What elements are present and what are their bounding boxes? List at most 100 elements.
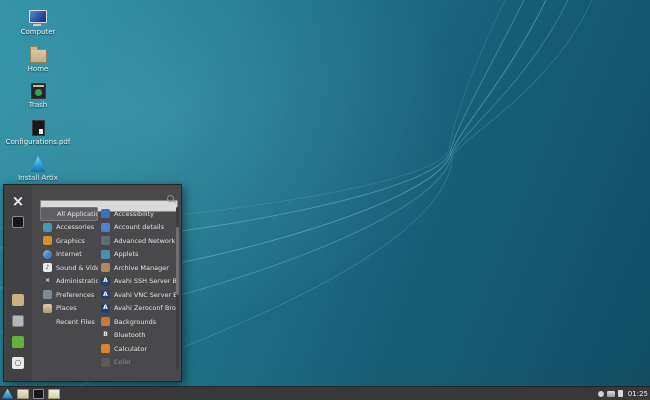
app-menu-button[interactable] bbox=[2, 388, 13, 399]
app-label: Applets bbox=[114, 250, 139, 259]
lock-screen-button[interactable] bbox=[12, 315, 24, 327]
app-label: Archive Manager bbox=[114, 263, 169, 272]
desktop-icon-label: Trash bbox=[28, 101, 48, 109]
desktop-icon-list: Computer Home Trash Configurations.pdf I… bbox=[2, 8, 74, 191]
category-label: Internet bbox=[56, 250, 82, 259]
artix-installer-icon bbox=[30, 156, 46, 172]
application-list: Accessibility Account details Advanced N… bbox=[98, 207, 176, 369]
category-label: Graphics bbox=[56, 236, 85, 245]
menu-category-item[interactable]: Accessories bbox=[40, 221, 98, 235]
app-label: Advanced Network Configura... bbox=[114, 236, 176, 245]
category-label: Places bbox=[56, 304, 77, 313]
category-label: Recent Files bbox=[56, 317, 95, 326]
category-icon bbox=[44, 209, 53, 218]
app-label: Avahi Zeroconf Browser bbox=[114, 304, 176, 313]
home-folder-icon bbox=[29, 46, 47, 63]
desktop-icon-label: Configurations.pdf bbox=[5, 137, 71, 146]
application-menu: ×○ All Applications Accessories Graphics… bbox=[3, 184, 182, 382]
volume-icon[interactable] bbox=[597, 390, 604, 397]
app-label: Avahi VNC Server Browser bbox=[114, 290, 176, 299]
settings-button[interactable]: × bbox=[12, 193, 25, 208]
menu-app-item[interactable]: Archive Manager bbox=[98, 261, 176, 275]
terminal-button[interactable] bbox=[12, 216, 24, 228]
menu-category-item[interactable]: × Administration bbox=[40, 275, 98, 289]
menu-category-item[interactable]: Internet bbox=[40, 248, 98, 262]
app-icon bbox=[101, 249, 110, 259]
app-label: Bluetooth bbox=[114, 331, 146, 340]
launcher-icon bbox=[2, 388, 13, 399]
desktop-icon-home[interactable]: Home bbox=[2, 45, 74, 82]
category-icon bbox=[43, 249, 52, 259]
menu-app-item[interactable]: A Avahi SSH Server Browser bbox=[98, 275, 176, 289]
category-label: Accessories bbox=[56, 223, 95, 232]
category-label: Sound & Video bbox=[56, 263, 98, 272]
category-icon bbox=[43, 236, 52, 246]
app-label: Avahi SSH Server Browser bbox=[114, 277, 176, 286]
app-icon bbox=[101, 263, 110, 273]
launcher-icon bbox=[17, 388, 29, 399]
computer-icon bbox=[29, 9, 47, 26]
desktop-icon-computer[interactable]: Computer bbox=[2, 8, 74, 45]
power-manager-icon[interactable] bbox=[617, 390, 623, 397]
menu-app-item[interactable]: Account details bbox=[98, 221, 176, 235]
category-icon bbox=[43, 290, 52, 300]
menu-app-item[interactable]: B Bluetooth bbox=[98, 329, 176, 343]
file-manager-launcher[interactable] bbox=[17, 388, 29, 399]
menu-app-item[interactable]: Backgrounds bbox=[98, 315, 176, 329]
category-icon bbox=[43, 303, 52, 313]
menu-category-item[interactable]: Graphics bbox=[40, 234, 98, 248]
files-launcher[interactable] bbox=[48, 388, 60, 399]
search-box bbox=[40, 193, 178, 212]
menu-app-item[interactable]: Accessibility bbox=[98, 207, 176, 221]
app-icon: A bbox=[101, 276, 110, 286]
app-icon: A bbox=[101, 290, 110, 300]
menu-category-item[interactable]: Preferences bbox=[40, 288, 98, 302]
menu-category-item[interactable]: All Applications bbox=[40, 207, 98, 221]
launcher-icon bbox=[33, 388, 44, 399]
menu-app-item[interactable]: A Avahi VNC Server Browser bbox=[98, 288, 176, 302]
menu-app-item[interactable]: Color bbox=[98, 356, 176, 370]
menu-category-item[interactable]: Places bbox=[40, 302, 98, 316]
log-out-button[interactable] bbox=[12, 336, 24, 348]
terminal-launcher[interactable] bbox=[33, 388, 44, 399]
category-label: All Applications bbox=[57, 209, 97, 218]
menu-app-item[interactable]: Advanced Network Configura... bbox=[98, 234, 176, 248]
launcher-icon bbox=[48, 388, 60, 399]
app-label: Accessibility bbox=[114, 209, 154, 218]
desktop-icon-configurations-pdf[interactable]: Configurations.pdf bbox=[2, 118, 74, 155]
category-icon: × bbox=[44, 277, 51, 285]
trash-icon bbox=[30, 83, 46, 99]
menu-app-item[interactable]: A Avahi Zeroconf Browser bbox=[98, 302, 176, 316]
app-label: Account details bbox=[114, 223, 164, 232]
app-label: Backgrounds bbox=[114, 317, 157, 326]
pdf-file-icon bbox=[31, 119, 45, 136]
category-icon bbox=[43, 222, 52, 232]
app-label: Calculator bbox=[114, 344, 148, 353]
menu-category-item[interactable]: ♪ Sound & Video bbox=[40, 261, 98, 275]
tray-icons bbox=[597, 390, 623, 397]
app-icon bbox=[101, 344, 110, 354]
menu-app-item[interactable]: Calculator bbox=[98, 342, 176, 356]
desktop-icon-label: Computer bbox=[20, 28, 56, 36]
scrollbar-thumb[interactable] bbox=[176, 227, 179, 295]
category-label: Administration bbox=[56, 277, 98, 286]
network-icon[interactable] bbox=[606, 390, 615, 397]
category-icon bbox=[43, 317, 52, 326]
app-list-scrollbar bbox=[176, 207, 179, 369]
menu-side-strip: × ○ bbox=[4, 185, 32, 381]
app-icon bbox=[101, 236, 110, 246]
taskbar-launchers bbox=[0, 388, 60, 399]
system-tray: 01:25 bbox=[597, 387, 648, 400]
app-icon bbox=[101, 357, 110, 367]
shut-down-button[interactable]: ○ bbox=[12, 357, 24, 369]
clock[interactable]: 01:25 bbox=[628, 390, 648, 398]
desktop-icon-trash[interactable]: Trash bbox=[2, 81, 74, 118]
desktop-icon-label: Home bbox=[27, 64, 49, 73]
search-icon bbox=[167, 195, 174, 202]
menu-category-item[interactable]: Recent Files bbox=[40, 315, 98, 329]
desktop: Computer Home Trash Configurations.pdf I… bbox=[0, 0, 650, 400]
menu-app-item[interactable]: Applets bbox=[98, 248, 176, 262]
app-icon bbox=[101, 222, 110, 232]
file-manager-button[interactable] bbox=[12, 294, 24, 306]
app-icon bbox=[101, 209, 110, 219]
